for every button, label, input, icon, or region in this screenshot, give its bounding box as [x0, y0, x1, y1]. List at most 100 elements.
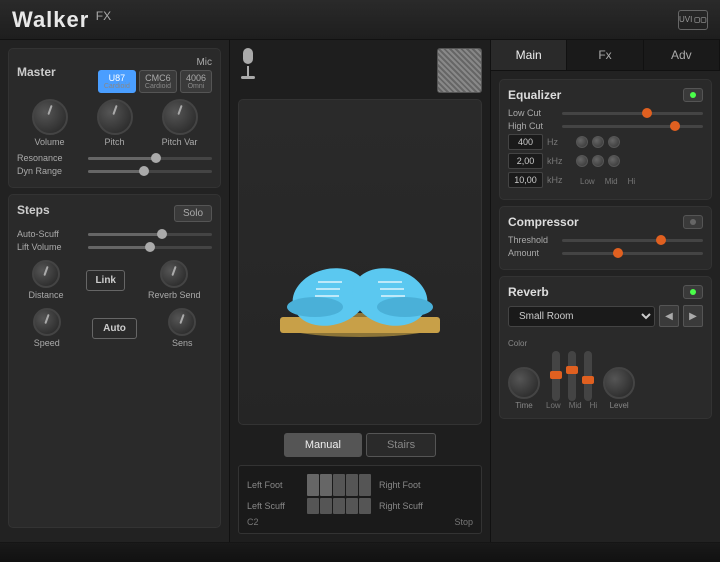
- pitch-knob[interactable]: [97, 99, 133, 135]
- high-cut-thumb[interactable]: [670, 121, 680, 131]
- freq-row-1: Hz: [508, 134, 703, 150]
- left-scuff-label: Left Scuff: [247, 501, 307, 511]
- comp-power-button[interactable]: [683, 215, 703, 229]
- piano-key[interactable]: [359, 474, 371, 496]
- low-cut-slider[interactable]: [562, 112, 703, 115]
- piano-key[interactable]: [359, 498, 371, 514]
- master-knobs: Volume Pitch Pitch Var: [17, 99, 212, 147]
- piano-key[interactable]: [320, 474, 332, 496]
- high-cut-slider[interactable]: [562, 125, 703, 128]
- reverb-preset-row: Small Room Large Room Hall Plate ◀ ▶: [508, 305, 703, 327]
- tab-adv[interactable]: Adv: [644, 40, 720, 70]
- piano-key[interactable]: [333, 498, 345, 514]
- speed-knob[interactable]: [33, 308, 61, 336]
- time-knob-wrap: Time: [508, 367, 540, 410]
- lift-volume-thumb[interactable]: [145, 242, 155, 252]
- resonance-slider[interactable]: [88, 157, 212, 160]
- hi-color-slider[interactable]: [584, 351, 592, 401]
- low-color-slider[interactable]: [552, 351, 560, 401]
- high-cut-row: High Cut: [508, 121, 703, 131]
- reverb-preset-select[interactable]: Small Room Large Room Hall Plate: [508, 306, 655, 327]
- freq-knob-hi[interactable]: [608, 136, 620, 148]
- texture-preview[interactable]: [437, 48, 482, 93]
- pitch-var-knob-wrap: Pitch Var: [162, 99, 198, 147]
- stairs-mode-button[interactable]: Stairs: [366, 433, 436, 457]
- piano-key[interactable]: [333, 474, 345, 496]
- mic-center-icon: [238, 48, 258, 79]
- comp-power-indicator: [690, 219, 696, 225]
- freq-unit-3: kHz: [547, 175, 572, 185]
- reverb-prev-button[interactable]: ◀: [659, 305, 679, 327]
- auto-scuff-slider[interactable]: [88, 233, 212, 236]
- mic-btn-4006[interactable]: 4006 Omni: [180, 70, 212, 93]
- dyn-range-thumb[interactable]: [139, 166, 149, 176]
- threshold-label: Threshold: [508, 235, 558, 245]
- amount-slider[interactable]: [562, 252, 703, 255]
- tab-main[interactable]: Main: [491, 40, 567, 70]
- piano-key[interactable]: [307, 498, 319, 514]
- distance-knob-wrap: Distance: [28, 260, 63, 300]
- eq-power-indicator: [690, 92, 696, 98]
- sens-label: Sens: [172, 338, 193, 348]
- mid-color-thumb[interactable]: [566, 366, 578, 374]
- low-cut-label: Low Cut: [508, 108, 558, 118]
- master-section: Master Mic U87 Cardioid CMC6 Cardioid: [8, 48, 221, 188]
- speed-knob-wrap: Speed: [33, 308, 61, 348]
- mic-base: [241, 76, 255, 79]
- level-label: Level: [610, 401, 629, 410]
- freq-knob-2-low[interactable]: [576, 155, 588, 167]
- comp-title: Compressor: [508, 215, 579, 229]
- low-color-thumb[interactable]: [550, 371, 562, 379]
- c2-label: C2: [247, 517, 259, 527]
- low-cut-thumb[interactable]: [642, 108, 652, 118]
- lift-volume-slider[interactable]: [88, 246, 212, 249]
- time-knob[interactable]: [508, 367, 540, 399]
- level-knob[interactable]: [603, 367, 635, 399]
- amount-thumb[interactable]: [613, 248, 623, 258]
- reverb-send-knob[interactable]: [160, 260, 188, 288]
- mic-stand: [247, 66, 249, 76]
- auto-scuff-thumb[interactable]: [157, 229, 167, 239]
- sens-knob[interactable]: [168, 308, 196, 336]
- piano-key[interactable]: [320, 498, 332, 514]
- reverb-power-button[interactable]: [683, 285, 703, 299]
- reverb-next-button[interactable]: ▶: [683, 305, 703, 327]
- auto-button[interactable]: Auto: [92, 318, 137, 339]
- distance-knob[interactable]: [32, 260, 60, 288]
- piano-key[interactable]: [346, 474, 358, 496]
- left-scuff-keys: [307, 498, 371, 514]
- link-button[interactable]: Link: [86, 270, 125, 291]
- threshold-thumb[interactable]: [656, 235, 666, 245]
- eq-power-button[interactable]: [683, 88, 703, 102]
- auto-scuff-label: Auto-Scuff: [17, 229, 82, 239]
- mic-btn-cmc6[interactable]: CMC6 Cardioid: [139, 70, 177, 93]
- reverb-bottom: Time: [508, 351, 703, 410]
- threshold-slider[interactable]: [562, 239, 703, 242]
- freq-knob-2-mid[interactable]: [592, 155, 604, 167]
- reverb-title: Reverb: [508, 285, 549, 299]
- piano-key[interactable]: [346, 498, 358, 514]
- mid-color-slider[interactable]: [568, 351, 576, 401]
- solo-button[interactable]: Solo: [174, 205, 212, 222]
- tab-fx[interactable]: Fx: [567, 40, 643, 70]
- freq-input-3[interactable]: [508, 172, 543, 188]
- lift-volume-row: Lift Volume: [17, 242, 212, 252]
- high-cut-label: High Cut: [508, 121, 558, 131]
- dyn-range-slider[interactable]: [88, 170, 212, 173]
- piano-key[interactable]: [307, 474, 319, 496]
- pitch-label: Pitch: [104, 137, 124, 147]
- freq-knob-mid[interactable]: [592, 136, 604, 148]
- mic-buttons: U87 Cardioid CMC6 Cardioid 4006 Omni: [98, 70, 212, 93]
- manual-mode-button[interactable]: Manual: [284, 433, 362, 457]
- mic-btn-u87[interactable]: U87 Cardioid: [98, 70, 136, 93]
- volume-knob[interactable]: [32, 99, 68, 135]
- freq-input-2[interactable]: [508, 153, 543, 169]
- steps-knobs-row: Distance Link Reverb Send: [17, 260, 212, 300]
- app-title: Walker FX: [12, 7, 111, 33]
- freq-knob-2-hi[interactable]: [608, 155, 620, 167]
- freq-knob-low[interactable]: [576, 136, 588, 148]
- resonance-thumb[interactable]: [151, 153, 161, 163]
- pitch-var-knob[interactable]: [162, 99, 198, 135]
- hi-color-thumb[interactable]: [582, 376, 594, 384]
- freq-input-1[interactable]: [508, 134, 543, 150]
